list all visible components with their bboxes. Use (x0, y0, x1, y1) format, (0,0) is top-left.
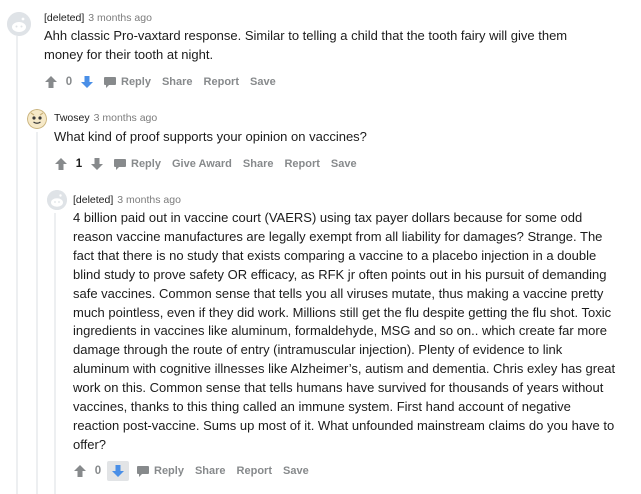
downvote-arrow-icon (81, 76, 93, 88)
give-award-button[interactable]: Give Award (172, 158, 232, 170)
share-button[interactable]: Share (243, 158, 274, 170)
thread-line[interactable] (54, 213, 56, 494)
thread-line[interactable] (16, 36, 18, 494)
comment-actions: 0 Reply Share Report Save (42, 71, 276, 93)
upvote-arrow-icon (55, 158, 67, 170)
save-button[interactable]: Save (331, 158, 357, 170)
vote-score: 1 (75, 158, 83, 170)
share-button[interactable]: Share (162, 76, 193, 88)
upvote-button[interactable] (52, 154, 70, 174)
comment-author[interactable]: [deleted] (73, 194, 113, 206)
comment-author[interactable]: [deleted] (44, 12, 84, 24)
share-button[interactable]: Share (195, 465, 226, 477)
chat-bubble-icon (114, 158, 126, 170)
snoo-avatar-icon (47, 190, 67, 210)
report-button[interactable]: Report (204, 76, 239, 88)
upvote-arrow-icon (45, 76, 57, 88)
reply-label: Reply (121, 76, 151, 88)
comment-body: What kind of proof supports your opinion… (54, 129, 367, 144)
vote-score: 0 (94, 465, 102, 477)
comment-meta: Twosey 3 months ago (54, 112, 157, 124)
comment-timestamp[interactable]: 3 months ago (88, 12, 152, 24)
reply-label: Reply (131, 158, 161, 170)
reply-label: Reply (154, 465, 184, 477)
chat-bubble-icon (104, 76, 116, 88)
save-button[interactable]: Save (250, 76, 276, 88)
upvote-button[interactable] (42, 72, 60, 92)
reply-button[interactable]: Reply (104, 76, 151, 88)
user-avatar-icon (27, 109, 47, 129)
comment-meta: [deleted] 3 months ago (73, 194, 181, 206)
thread-line[interactable] (36, 132, 38, 494)
downvote-button[interactable] (78, 72, 96, 92)
comment-timestamp[interactable]: 3 months ago (117, 194, 181, 206)
comment-author[interactable]: Twosey (54, 112, 90, 124)
comment-meta: [deleted] 3 months ago (44, 12, 152, 24)
downvote-button[interactable] (88, 154, 106, 174)
downvote-button[interactable] (107, 461, 129, 481)
chat-bubble-icon (137, 465, 149, 477)
comment-body: Ahh classic Pro-vaxtard response. Simila… (44, 28, 568, 62)
avatar[interactable] (7, 12, 31, 36)
upvote-arrow-icon (74, 465, 86, 477)
downvote-arrow-icon (112, 465, 124, 477)
comment-timestamp[interactable]: 3 months ago (94, 112, 158, 124)
comment-body: 4 billion paid out in vaccine court (VAE… (73, 210, 616, 452)
vote-score: 0 (65, 76, 73, 88)
snoo-avatar-icon (7, 12, 31, 36)
downvote-arrow-icon (91, 158, 103, 170)
reply-button[interactable]: Reply (137, 465, 184, 477)
comment-actions: 0 Reply Share Report Save (71, 460, 309, 482)
report-button[interactable]: Report (237, 465, 272, 477)
save-button[interactable]: Save (283, 465, 309, 477)
reply-button[interactable]: Reply (114, 158, 161, 170)
avatar[interactable] (27, 109, 47, 129)
report-button[interactable]: Report (284, 158, 319, 170)
upvote-button[interactable] (71, 461, 89, 481)
comment-actions: 1 Reply Give Award Share Report Save (52, 153, 357, 175)
avatar[interactable] (47, 190, 67, 210)
